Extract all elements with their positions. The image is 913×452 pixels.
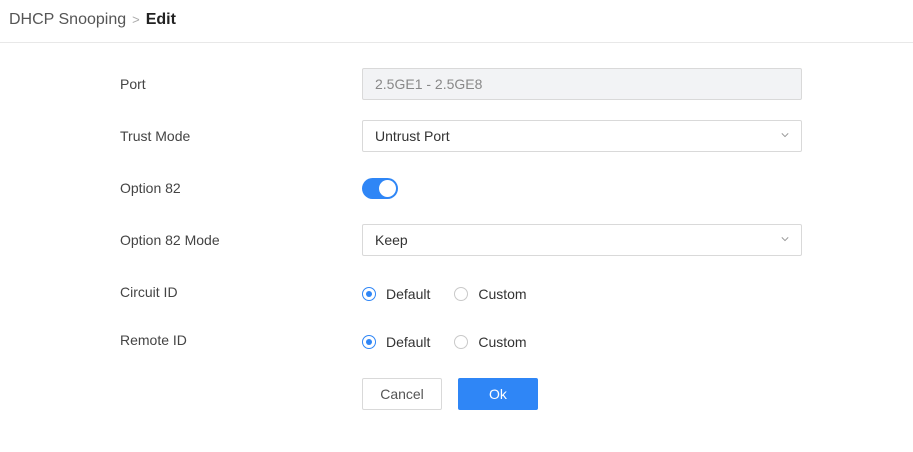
remote-id-custom-option[interactable]: Custom [454, 334, 527, 350]
port-label: Port [120, 76, 146, 92]
option82-label: Option 82 [120, 180, 181, 196]
circuit-id-default-radio[interactable] [362, 287, 376, 301]
ok-button[interactable]: Ok [458, 378, 538, 410]
circuit-id-label: Circuit ID [120, 284, 178, 300]
toggle-knob [379, 180, 396, 197]
port-field: 2.5GE1 - 2.5GE8 [362, 68, 802, 100]
breadcrumb-current: Edit [145, 11, 176, 28]
chevron-down-icon [781, 237, 789, 242]
circuit-id-default-label: Default [386, 286, 431, 302]
option82-mode-select[interactable]: Keep [362, 224, 802, 256]
breadcrumb-dhcp-snooping[interactable]: DHCP Snooping [9, 10, 126, 30]
remote-id-default-radio[interactable] [362, 335, 376, 349]
remote-id-radio-group: Default Custom [362, 334, 551, 350]
circuit-id-radio-group: Default Custom [362, 286, 551, 302]
circuit-id-default-option[interactable]: Default [362, 286, 430, 302]
remote-id-default-label: Default [386, 334, 431, 350]
page-header: DHCP Snooping > Edit [0, 0, 913, 43]
trust-mode-value: Untrust Port [375, 128, 450, 144]
remote-id-custom-radio[interactable] [454, 335, 469, 349]
breadcrumb: DHCP Snooping > Edit [9, 10, 176, 30]
remote-id-custom-label: Custom [478, 334, 527, 350]
circuit-id-custom-option[interactable]: Custom [454, 286, 527, 302]
cancel-button[interactable]: Cancel [362, 378, 442, 410]
breadcrumb-separator-icon: > [132, 12, 140, 27]
option82-mode-value: Keep [375, 232, 408, 248]
port-value: 2.5GE1 - 2.5GE8 [375, 76, 483, 92]
remote-id-label: Remote ID [120, 332, 187, 348]
trust-mode-select[interactable]: Untrust Port [362, 120, 802, 152]
option82-toggle[interactable] [362, 178, 398, 199]
remote-id-default-option[interactable]: Default [362, 334, 430, 350]
trust-mode-label: Trust Mode [120, 128, 191, 144]
circuit-id-custom-label: Custom [478, 286, 527, 302]
circuit-id-custom-radio[interactable] [454, 287, 469, 301]
chevron-down-icon [781, 133, 789, 138]
option82-mode-label: Option 82 Mode [120, 232, 220, 248]
